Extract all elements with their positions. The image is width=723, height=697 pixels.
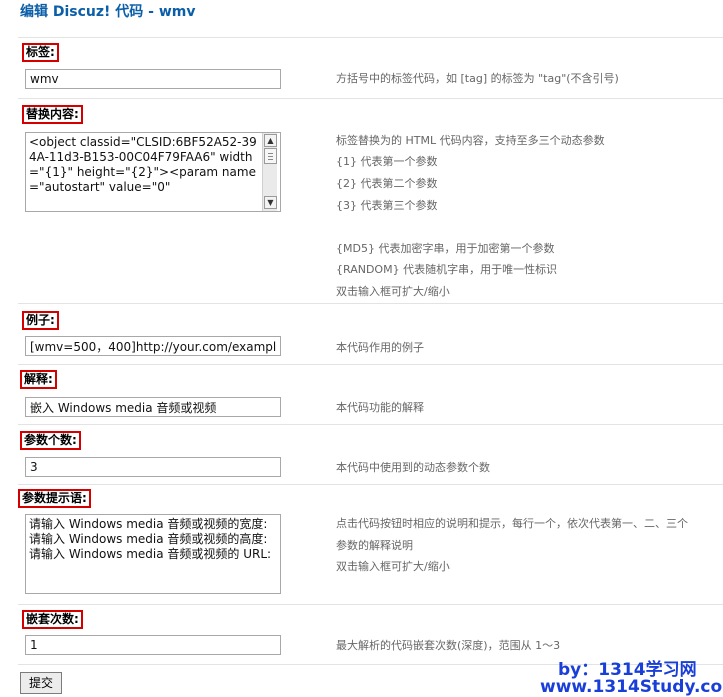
divider [18,303,723,304]
divider [18,364,723,365]
explanation-description: 本代码功能的解释 [336,401,424,414]
param-count-label: 参数个数: [20,431,81,450]
replacement-description: {1} 代表第一个参数 [336,155,438,168]
example-input[interactable] [25,336,281,356]
param-prompts-label: 参数提示语: [18,489,91,508]
divider [18,424,723,425]
replacement-description: {MD5} 代表加密字串，用于加密第一个参数 [336,242,555,255]
replacement-description: 标签替换为的 HTML 代码内容，支持至多三个动态参数 [336,134,605,147]
param-prompts-description: 双击输入框可扩大/缩小 [336,560,450,573]
param-prompts-textarea[interactable]: 请输入 Windows media 音频或视频的宽度: 请输入 Windows … [25,514,281,594]
example-description: 本代码作用的例子 [336,341,424,354]
replacement-textarea[interactable]: <object classid="CLSID:6BF52A52-394A-11d… [25,132,281,212]
nesting-description: 最大解析的代码嵌套次数(深度)，范围从 1～3 [336,639,561,652]
param-prompts-description: 点击代码按钮时相应的说明和提示，每行一个，依次代表第一、二、三个 [336,517,688,530]
page-title: 编辑 Discuz! 代码 - wmv [20,4,196,20]
explanation-input[interactable] [25,397,281,417]
divider [18,98,723,99]
tag-label: 标签: [22,43,59,62]
example-label: 例子: [22,311,59,330]
divider [18,604,723,605]
nesting-label: 嵌套次数: [22,610,83,629]
tag-input[interactable] [25,69,281,89]
replacement-description: {3} 代表第三个参数 [336,199,438,212]
param-count-input[interactable] [25,457,281,477]
replacement-description: {RANDOM} 代表随机字串，用于唯一性标识 [336,263,558,276]
replacement-label: 替换内容: [22,105,83,124]
scroll-down-icon[interactable]: ▼ [264,196,277,209]
replacement-description: 双击输入框可扩大/缩小 [336,285,450,298]
tag-description: 方括号中的标签代码，如 [tag] 的标签为 "tag"(不含引号) [336,72,619,85]
explanation-label: 解释: [20,370,57,389]
param-count-description: 本代码中使用到的动态参数个数 [336,461,490,474]
nesting-input[interactable] [25,635,281,655]
scroll-thumb[interactable] [264,148,277,164]
param-prompts-description: 参数的解释说明 [336,539,413,552]
watermark-line-2: www.1314Study.com [540,677,723,697]
divider [18,484,723,485]
submit-button[interactable]: 提交 [20,672,62,694]
replacement-scrollbar[interactable]: ▲ ▼ [262,133,277,211]
scroll-up-icon[interactable]: ▲ [264,134,277,147]
replacement-description: {2} 代表第二个参数 [336,177,438,190]
divider [18,37,723,38]
